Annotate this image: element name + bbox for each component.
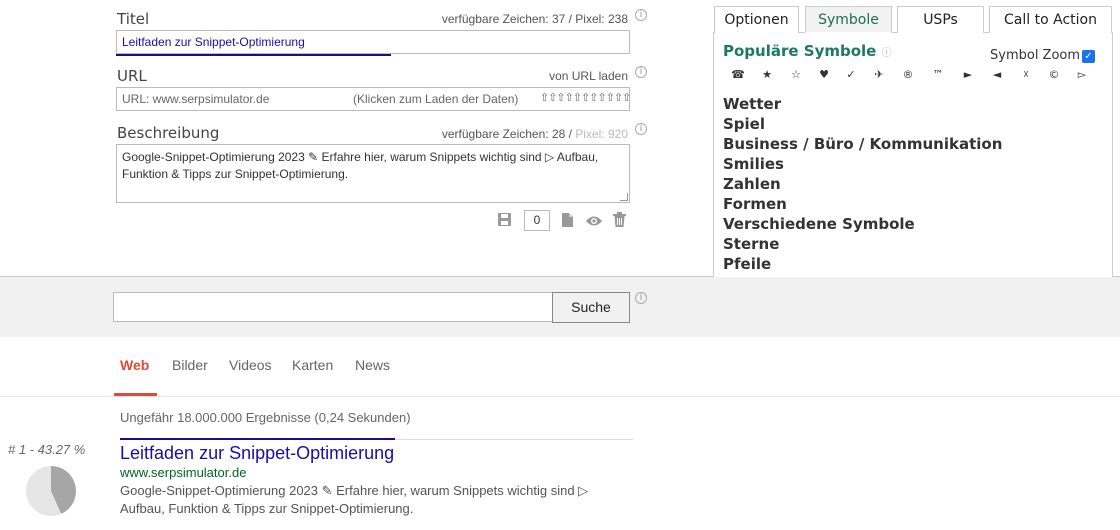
panel-info-icon[interactable]: ⓘ [882,48,892,59]
symbol-telephone[interactable]: ☎ [728,68,748,81]
save-icon[interactable] [497,212,512,231]
nav-active-indicator [114,393,157,396]
symbol-trademark[interactable]: ™ [928,68,948,81]
results-count: Ungefähr 18.000.000 Ergebnisse (0,24 Sek… [120,410,411,425]
description-text: Google-Snippet-Optimierung 2023 ✎ Erfahr… [122,150,599,181]
description-label: Beschreibung [117,124,220,142]
symbol-star-filled[interactable]: ★ [757,68,777,81]
nav-tab-videos[interactable]: Videos [229,357,272,373]
url-load-link[interactable]: von URL laden [549,69,628,83]
result-title[interactable]: Leitfaden zur Snippet-Optimierung [120,443,394,464]
category-business[interactable]: Business / Büro / Kommunikation [723,135,1002,153]
eye-icon[interactable] [585,214,603,231]
url-hint: (Klicken zum Laden der Daten) [353,92,519,106]
nav-tab-web[interactable]: Web [120,357,149,373]
title-info-icon[interactable]: i [635,9,647,21]
result-description: Google-Snippet-Optimierung 2023 ✎ Erfahr… [120,483,589,516]
symbol-cross[interactable]: ☓ [1016,68,1036,81]
result-url[interactable]: www.serpsimulator.de [120,465,246,480]
tab-optionen[interactable]: Optionen [714,6,799,33]
search-info-icon[interactable]: i [635,292,647,304]
title-label: Titel [117,10,150,28]
search-button[interactable]: Suche [552,292,630,323]
description-info-icon[interactable]: i [635,123,647,135]
symbol-check[interactable]: ✓ [841,68,861,81]
tab-symbole[interactable]: Symbole [805,6,892,33]
symbol-arrow-right[interactable]: ► [958,68,978,81]
category-smilies[interactable]: Smilies [723,155,784,173]
tab-usps[interactable]: USPs [897,6,984,33]
symbol-arrow-left[interactable]: ◄ [987,68,1007,81]
search-input[interactable] [113,292,553,322]
nav-tab-karten[interactable]: Karten [292,357,333,373]
symbol-pointer[interactable]: ▻ [1072,68,1092,81]
symbol-heart[interactable]: ♥ [814,68,834,81]
url-info-icon[interactable]: i [635,66,647,78]
panel-title-text: Populäre Symbole [723,42,877,60]
result-title-pixel-bar [120,438,395,440]
title-input[interactable]: Leitfaden zur Snippet-Optimierung [116,30,630,54]
category-formen[interactable]: Formen [723,195,787,213]
ctr-pie-chart [26,466,76,516]
symbol-zoom-checkbox[interactable]: ✓ [1082,50,1095,63]
description-textarea[interactable]: Google-Snippet-Optimierung 2023 ✎ Erfahr… [116,144,630,203]
category-sterne[interactable]: Sterne [723,235,779,253]
symbol-airplane[interactable]: ✈ [869,68,889,81]
category-spiel[interactable]: Spiel [723,115,765,133]
resize-handle[interactable] [620,193,628,201]
document-icon[interactable] [561,212,574,232]
symbol-star-outline[interactable]: ☆ [786,68,806,81]
symbol-copyright[interactable]: © [1044,68,1064,81]
snippet-counter[interactable]: 0 [524,210,550,231]
category-verschiedene[interactable]: Verschiedene Symbole [723,215,915,233]
symbol-registered[interactable]: ® [898,68,918,81]
category-pfeile[interactable]: Pfeile [723,255,771,273]
nav-tab-news[interactable]: News [355,357,390,373]
description-meta-pixels: Pixel: 920 [575,127,628,141]
url-label: URL [117,67,147,85]
symbol-row: ☎ ★ ☆ ♥ ✓ ✈ ® ™ ► ◄ ☓ © ▻ [722,68,1102,86]
nav-tab-bilder[interactable]: Bilder [172,357,208,373]
title-meta: verfügbare Zeichen: 37 / Pixel: 238 [441,12,628,26]
url-arrows: ⇧⇧⇧⇧⇧⇧⇧⇧⇧⇧⇧ [540,92,631,104]
category-zahlen[interactable]: Zahlen [723,175,781,193]
category-wetter[interactable]: Wetter [723,95,781,113]
title-pixel-bar [116,54,391,56]
description-meta-chars: verfügbare Zeichen: 28 / [441,127,576,141]
trash-icon[interactable] [613,212,626,231]
search-nav: Web Bilder Videos Karten News [0,337,1120,397]
symbol-zoom-label: Symbol Zoom [990,48,1081,63]
panel-title: Populäre Symbole ⓘ [723,42,892,60]
description-meta: verfügbare Zeichen: 28 / Pixel: 920 [442,127,628,141]
tab-call-to-action[interactable]: Call to Action [989,6,1112,33]
result-rank: # 1 - 43.27 % [8,442,86,457]
